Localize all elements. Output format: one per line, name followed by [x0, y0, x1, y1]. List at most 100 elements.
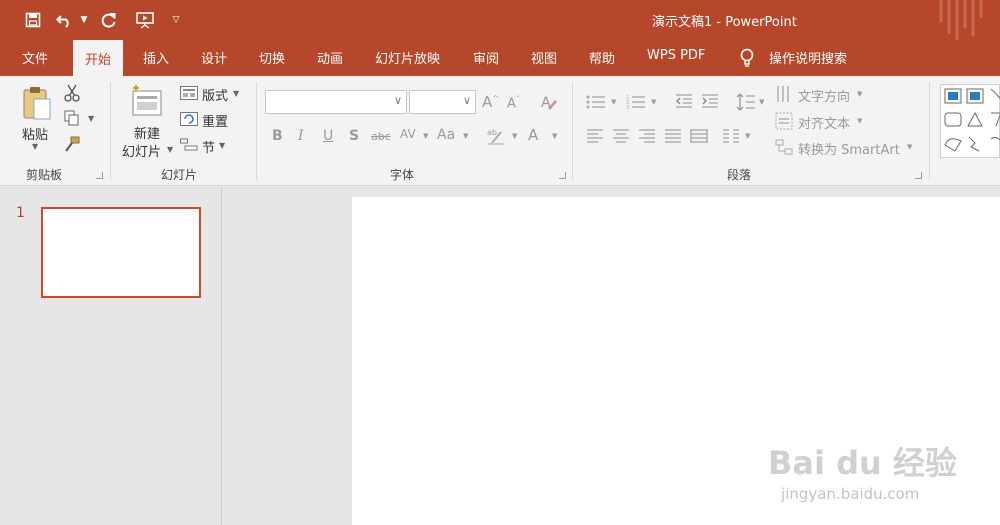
numbering-icon[interactable]: 123 [626, 94, 646, 113]
line-spacing-dropdown-icon[interactable]: ▼ [759, 98, 764, 106]
bullets-icon[interactable] [586, 94, 606, 113]
columns-dropdown-icon[interactable]: ▼ [745, 132, 750, 140]
paste-button[interactable]: 粘贴 [22, 124, 48, 143]
font-dialog-launcher[interactable] [559, 172, 566, 179]
convert-smartart-button[interactable]: 转换为 SmartArt [798, 139, 900, 158]
character-spacing-dropdown-icon[interactable]: ▼ [423, 132, 428, 140]
section-dropdown-icon[interactable]: ▼ [219, 141, 225, 150]
tab-animations[interactable]: 动画 [317, 48, 343, 70]
tab-transitions[interactable]: 切换 [259, 48, 285, 70]
decrease-font-size-icon[interactable]: Aˇ [507, 95, 520, 111]
slides-group-label: 幻灯片 [161, 168, 198, 182]
copy-dropdown-icon[interactable]: ▼ [88, 114, 94, 123]
section-icon[interactable] [180, 138, 198, 155]
justify-icon[interactable] [664, 128, 682, 147]
character-spacing-icon[interactable]: AV [400, 127, 416, 141]
tab-wps-pdf[interactable]: WPS PDF [647, 48, 705, 70]
clipboard-dialog-launcher[interactable] [96, 172, 103, 179]
font-color-icon[interactable]: A [528, 126, 538, 144]
align-left-icon[interactable] [586, 128, 604, 147]
format-painter-icon[interactable] [64, 136, 80, 155]
tab-review[interactable]: 审阅 [473, 48, 499, 70]
new-slide-dropdown-icon[interactable]: ▼ [167, 145, 173, 154]
copy-icon[interactable] [64, 110, 80, 129]
tab-help[interactable]: 帮助 [589, 48, 615, 70]
clear-formatting-icon[interactable]: A [540, 93, 558, 114]
layout-dropdown-icon[interactable]: ▼ [233, 89, 239, 98]
undo-icon[interactable] [56, 10, 74, 30]
paste-dropdown-icon[interactable]: ▼ [32, 142, 38, 151]
group-divider [929, 82, 930, 180]
svg-text:3: 3 [626, 105, 629, 110]
save-icon[interactable] [24, 10, 42, 30]
font-name-combobox[interactable]: ∨ [265, 90, 407, 114]
strikethrough-icon[interactable]: abc [371, 130, 391, 143]
paragraph-group-label: 段落 [727, 168, 752, 182]
tab-home[interactable]: 开始 [73, 40, 124, 76]
text-direction-icon[interactable] [775, 85, 793, 106]
highlight-dropdown-icon[interactable]: ▼ [512, 132, 517, 140]
watermark-url: jingyan.baidu.com [781, 485, 920, 503]
tab-file[interactable]: 文件 [22, 48, 48, 70]
decorative-pattern [938, 0, 988, 40]
start-from-beginning-icon[interactable] [135, 10, 155, 30]
layout-button[interactable]: 版式 [202, 85, 228, 104]
bullets-dropdown-icon[interactable]: ▼ [611, 98, 616, 106]
clipboard-group-label: 剪贴板 [26, 168, 63, 182]
distributed-icon[interactable] [690, 128, 708, 147]
undo-dropdown-icon[interactable]: ▼ [78, 10, 90, 30]
text-direction-dropdown-icon[interactable]: ▼ [857, 90, 862, 98]
line-spacing-icon[interactable] [736, 93, 756, 114]
font-size-dropdown-icon[interactable]: ∨ [463, 94, 471, 107]
lightbulb-icon [740, 48, 754, 71]
align-text-dropdown-icon[interactable]: ▼ [857, 117, 862, 125]
slide-thumbnail[interactable] [41, 207, 201, 298]
smartart-icon[interactable] [775, 139, 793, 158]
window-title: 演示文稿1 - PowerPoint [652, 15, 797, 30]
tab-design[interactable]: 设计 [201, 48, 227, 70]
layout-icon[interactable] [180, 86, 198, 103]
tab-slide-show[interactable]: 幻灯片放映 [375, 48, 440, 70]
repeat-icon[interactable] [100, 10, 118, 30]
watermark-logo: Bai du 经验 [768, 444, 957, 482]
align-text-button[interactable]: 对齐文本 [798, 113, 850, 132]
new-slide-button[interactable]: 幻灯片 [122, 141, 161, 160]
tab-insert[interactable]: 插入 [143, 48, 169, 70]
customize-dropdown-icon[interactable]: ▽ [170, 10, 182, 30]
reset-button[interactable]: 重置 [202, 111, 228, 130]
align-center-icon[interactable] [612, 128, 630, 147]
convert-smartart-dropdown-icon[interactable]: ▼ [907, 143, 912, 151]
cut-icon[interactable] [64, 84, 80, 105]
increase-indent-icon[interactable] [701, 93, 719, 112]
tell-me-search[interactable]: 操作说明搜索 [769, 48, 847, 70]
text-direction-button[interactable]: 文字方向 [798, 86, 850, 105]
ribbon: 粘贴 ▼ ▼ 剪贴板 新建 幻灯片 ▼ 版式 ▼ 重置 节 ▼ 幻灯片 ∨ ∨ … [0, 76, 1000, 186]
italic-icon[interactable]: I [298, 128, 304, 144]
group-divider [110, 82, 111, 180]
font-size-combobox[interactable]: ∨ [409, 90, 476, 114]
paragraph-dialog-launcher[interactable] [915, 172, 922, 179]
highlight-icon[interactable]: ab [486, 126, 506, 149]
font-name-dropdown-icon[interactable]: ∨ [394, 94, 402, 107]
increase-font-size-icon[interactable]: A^ [482, 93, 499, 111]
underline-icon[interactable]: U [323, 128, 333, 144]
decrease-indent-icon[interactable] [675, 93, 693, 112]
numbering-dropdown-icon[interactable]: ▼ [651, 98, 656, 106]
align-right-icon[interactable] [638, 128, 656, 147]
align-text-icon[interactable] [775, 112, 793, 133]
text-shadow-icon[interactable]: S [349, 128, 359, 144]
tab-view[interactable]: 视图 [531, 48, 557, 70]
bold-icon[interactable]: B [272, 128, 283, 144]
new-slide-label[interactable]: 新建 [134, 123, 160, 142]
font-color-dropdown-icon[interactable]: ▼ [552, 132, 557, 140]
section-button[interactable]: 节 [202, 137, 215, 156]
shapes-gallery[interactable] [940, 84, 1000, 158]
group-divider [256, 82, 257, 180]
new-slide-icon[interactable] [130, 84, 164, 121]
columns-icon[interactable] [722, 128, 740, 147]
paste-icon[interactable] [22, 86, 52, 125]
change-case-dropdown-icon[interactable]: ▼ [463, 132, 468, 140]
svg-text:ab: ab [487, 128, 497, 137]
reset-icon[interactable] [180, 112, 198, 129]
change-case-button[interactable]: Aa [437, 127, 455, 143]
